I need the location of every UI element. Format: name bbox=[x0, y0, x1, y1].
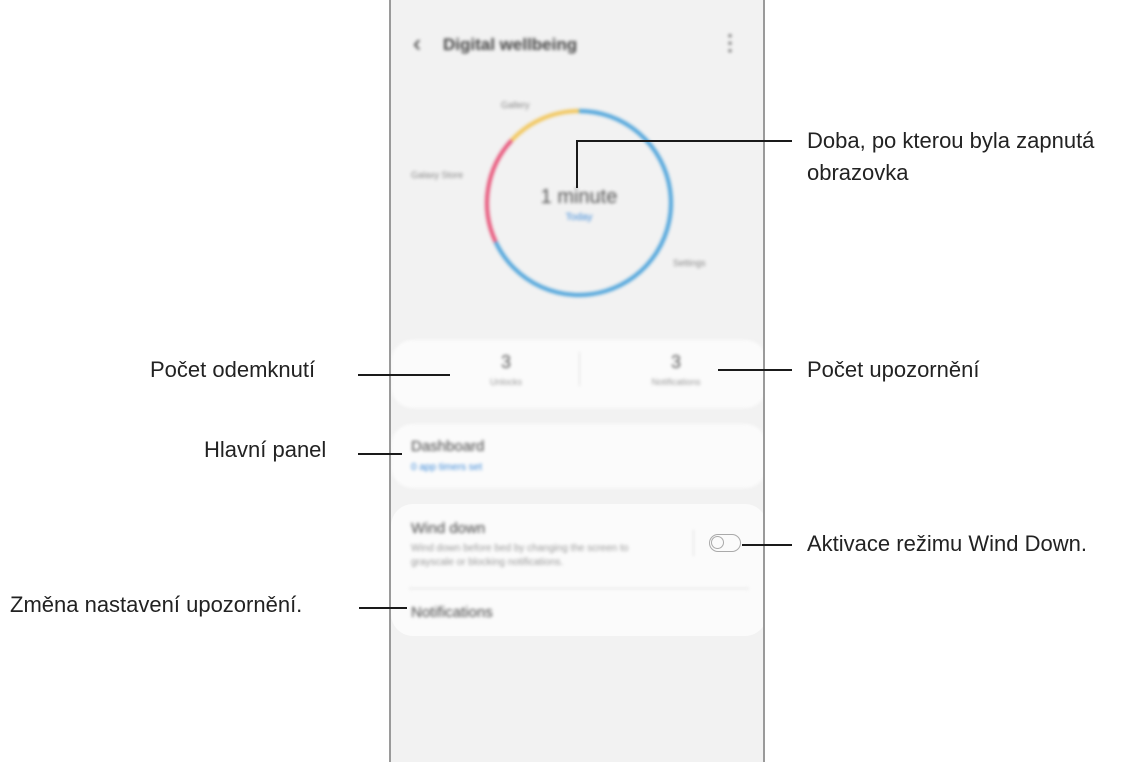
callout-notifications-count: Počet upozornění bbox=[807, 357, 980, 382]
dashboard-card[interactable]: Dashboard 0 app timers set bbox=[391, 424, 763, 488]
callout-notification-settings: Změna nastavení upozornění. bbox=[10, 592, 303, 617]
notifications-setting[interactable]: Notifications bbox=[411, 604, 493, 621]
callout-line bbox=[576, 140, 792, 142]
dashboard-title: Dashboard bbox=[411, 438, 485, 455]
divider bbox=[409, 588, 749, 589]
divider bbox=[693, 530, 694, 556]
wind-down-description: Wind down before bed by changing the scr… bbox=[411, 543, 629, 568]
callout-wind-down: Aktivace režimu Wind Down. bbox=[807, 531, 1087, 556]
donut-segment-galaxy-store bbox=[485, 138, 514, 243]
callout-line bbox=[358, 374, 450, 376]
callout-dashboard: Hlavní panel bbox=[204, 437, 327, 462]
toggle-knob bbox=[711, 536, 724, 549]
donut-segment-gallery bbox=[510, 109, 580, 142]
screen-time-value: 1 minute bbox=[540, 186, 618, 208]
phone-screen: ‹ Digital wellbeing ⋮ Gallery Galaxy Sto… bbox=[389, 0, 765, 762]
legend-settings: Settings bbox=[673, 258, 706, 268]
wind-down-toggle[interactable] bbox=[709, 534, 741, 552]
callout-screen-time: Doba, po kterou byla zapnutá obrazovka bbox=[807, 125, 1094, 189]
unlocks-stat[interactable]: 3 Unlocks bbox=[431, 352, 581, 387]
callout-line bbox=[358, 453, 402, 455]
legend-galaxy-store: Galaxy Store bbox=[411, 170, 464, 180]
wind-down-card: Wind down Wind down before bed by changi… bbox=[391, 504, 763, 636]
usage-chart[interactable]: Gallery Galaxy Store Settings 1 minute T… bbox=[391, 0, 763, 320]
callout-unlocks: Počet odemknutí bbox=[150, 357, 316, 382]
unlocks-label: Unlocks bbox=[489, 377, 522, 387]
notifications-label: Notifications bbox=[651, 377, 701, 387]
callout-line bbox=[576, 140, 578, 188]
unlocks-value: 3 bbox=[500, 352, 511, 372]
legend-gallery: Gallery bbox=[501, 100, 530, 110]
callout-screen-time-line2: obrazovka bbox=[807, 160, 909, 185]
callout-screen-time-line1: Doba, po kterou byla zapnutá bbox=[807, 128, 1095, 153]
callout-line bbox=[359, 607, 407, 609]
divider bbox=[579, 352, 580, 386]
screen-time-period: Today bbox=[565, 212, 593, 223]
callout-line bbox=[742, 544, 792, 546]
callout-line bbox=[718, 369, 792, 371]
dashboard-subtitle: 0 app timers set bbox=[411, 462, 483, 473]
wind-down-title: Wind down bbox=[411, 520, 486, 537]
